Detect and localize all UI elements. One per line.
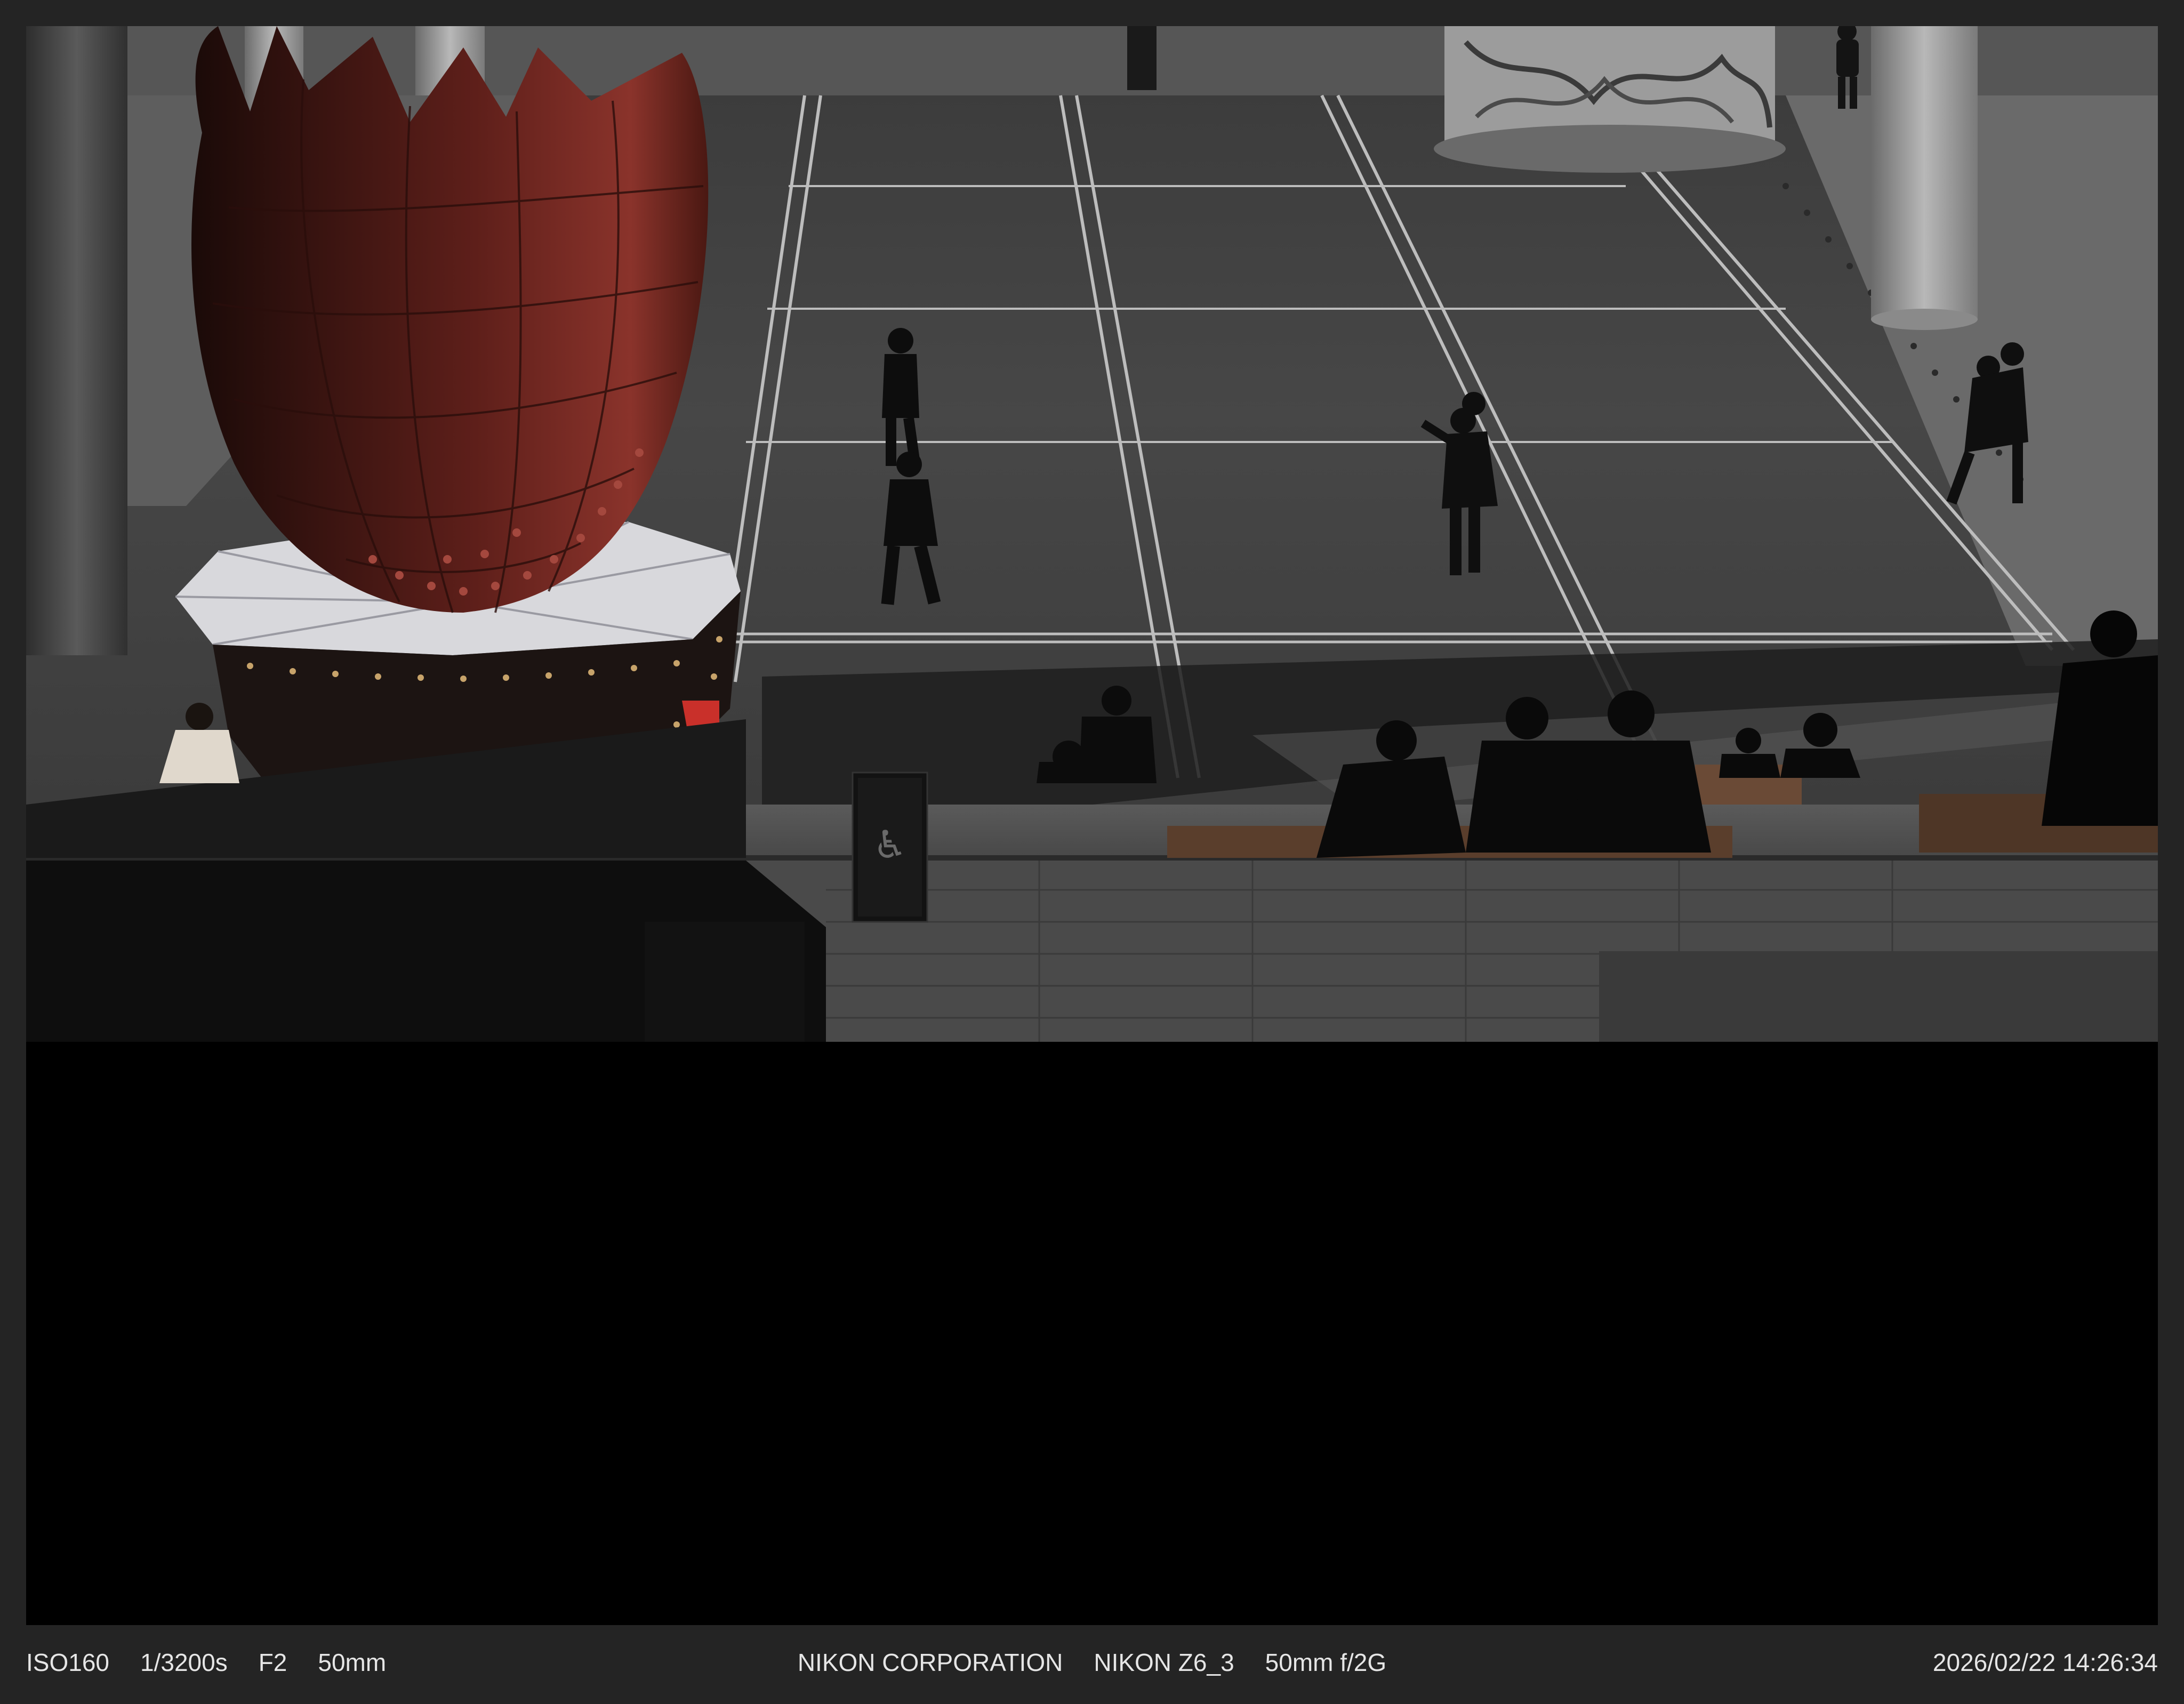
camera-maker: NIKON CORPORATION [797,1649,1063,1676]
exif-camera: NIKON CORPORATION NIKON Z6_3 50mm f/2G [26,1648,2158,1677]
photo-scene: ♿ [26,26,2158,1625]
right-ledge [1599,951,2158,1042]
camera-model: NIKON Z6_3 [1094,1649,1234,1676]
photograph: ♿ [26,26,2158,1625]
foreground-shadow [26,1042,2158,1625]
wheelchair-icon: ♿ [873,822,908,867]
round-column [1434,26,1786,173]
pillar-bg-3 [1127,26,1157,90]
photo-frame: ♿ ISO160 1/3200s F2 50mm NIKON CORPORATION N… [0,0,2184,1704]
pillar-left [26,26,127,655]
pillar-right-base [1871,309,1978,330]
dark-block [645,922,805,1042]
exif-caption: ISO160 1/3200s F2 50mm NIKON CORPORATION NIK… [26,1625,2158,1704]
exif-datetime: 2026/02/22 14:26:34 [1932,1649,2158,1676]
accessibility-sign: ♿ [852,771,928,923]
lens-model: 50mm f/2G [1265,1649,1387,1676]
pillar-right [1871,26,1978,319]
